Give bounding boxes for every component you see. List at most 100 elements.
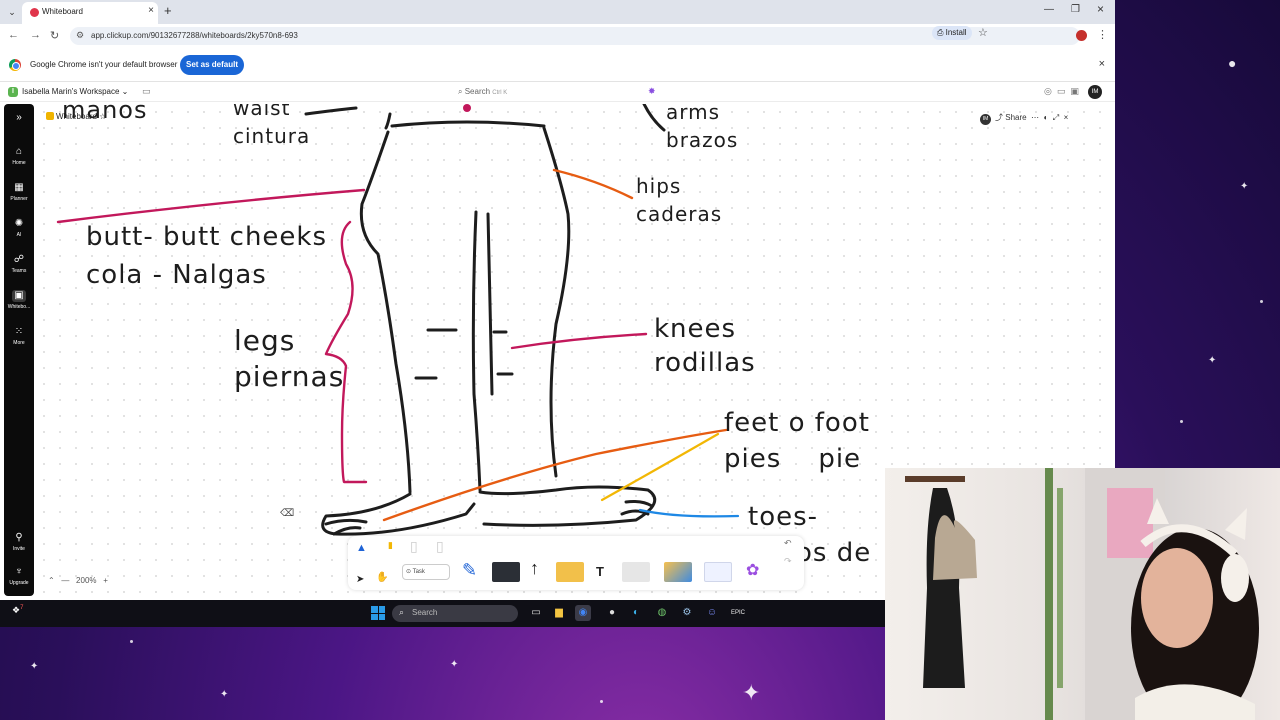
global-search[interactable]: ⌕ Search Ctrl K — [458, 87, 507, 97]
xbox-icon[interactable]: ◍ — [654, 605, 670, 621]
zoom-out-button[interactable]: — — [61, 576, 69, 585]
tab-whiteboard[interactable]: Whiteboard × — [22, 2, 158, 24]
label-feet[interactable]: feet o foot — [724, 408, 870, 438]
chrome-taskbar-icon[interactable]: ◉ — [575, 605, 591, 621]
sidebar-item-invite[interactable]: ⚲ Invite — [4, 532, 34, 552]
connector-arrow-icon[interactable]: ↑ — [530, 558, 539, 579]
close-whiteboard-icon[interactable]: × — [1064, 113, 1069, 122]
window-close-icon[interactable]: × — [1097, 2, 1104, 16]
ai-assistant-icon[interactable]: ◐ — [1044, 113, 1049, 122]
mindmap-tool[interactable] — [704, 562, 732, 582]
install-button[interactable]: ⎙ Install — [932, 26, 972, 40]
label-butt[interactable]: butt- butt cheeks — [86, 222, 327, 252]
fullscreen-icon[interactable]: ⤢ — [1053, 113, 1059, 122]
topbar-action-icons[interactable]: ◎▭▣ — [1044, 86, 1084, 97]
headset-earcup — [1221, 554, 1249, 602]
whiteboard-toolbar: ▲ ▮ ▯ ▯ ➤ ✋ ⊙ Task ✎ ↑ T ✿ ↶ ↷ — [348, 536, 804, 590]
label-brazos[interactable]: brazos — [666, 128, 738, 152]
sidebar-item-whiteboards[interactable]: ▣ Whitebo... — [4, 290, 34, 310]
zoom-level[interactable]: 200% — [76, 576, 96, 585]
taskbar-search[interactable]: ⌕ Search — [392, 605, 518, 622]
select-cursor-icon[interactable]: ➤ — [356, 574, 364, 585]
highlighter-icon[interactable]: ▮ — [388, 540, 393, 551]
sidebar-item-ai[interactable]: ✺ AI — [4, 218, 34, 238]
widgets-icon[interactable]: ❖7 — [12, 605, 26, 619]
tab-search-icon[interactable]: ⌄ — [4, 4, 20, 20]
templates-icon[interactable]: ✿ — [746, 560, 759, 580]
calendar-icon[interactable]: ▭ — [142, 86, 151, 97]
fit-icon[interactable]: ⌃ — [48, 576, 55, 585]
sidebar-item-teams[interactable]: ☍ Teams — [4, 254, 34, 274]
bookmark-star-icon[interactable]: ☆ — [978, 26, 988, 39]
label-manos[interactable]: manos — [62, 104, 147, 124]
label-caderas[interactable]: caderas — [636, 202, 722, 226]
upgrade-icon: ♆ — [15, 566, 23, 577]
windows-start-icon[interactable] — [371, 606, 385, 620]
label-legs[interactable]: legs — [234, 324, 295, 357]
media-tool[interactable] — [664, 562, 692, 582]
discord-icon[interactable]: ☺ — [704, 605, 720, 621]
share-icon[interactable]: ⤴ — [995, 113, 1003, 122]
infobar-close-icon[interactable]: × — [1099, 58, 1105, 70]
reload-icon[interactable]: ↻ — [50, 29, 59, 42]
tab-close-icon[interactable]: × — [148, 5, 154, 16]
text-tool-icon[interactable]: T — [596, 564, 604, 579]
redo-icon[interactable]: ↷ — [784, 556, 792, 567]
ai-sparkle-icon[interactable]: ✸ — [648, 86, 656, 97]
new-tab-icon[interactable]: + — [164, 3, 172, 18]
sidebar-item-home[interactable]: ⌂ Home — [4, 146, 34, 166]
hanging-bag — [933, 515, 977, 580]
share-button[interactable]: Share — [1005, 113, 1026, 122]
sticky-note-tool[interactable] — [556, 562, 584, 582]
task-view-icon[interactable]: ▭ — [528, 605, 544, 621]
coat-rack — [905, 476, 965, 482]
file-explorer-icon[interactable]: ▆ — [551, 605, 567, 621]
profile-avatar[interactable] — [1076, 30, 1087, 41]
hips-pointer-line — [552, 168, 634, 200]
epic-games-icon[interactable]: EPIC — [730, 605, 746, 621]
sidebar-item-upgrade[interactable]: ♆ Upgrade — [4, 566, 34, 586]
undo-icon[interactable]: ↶ — [784, 538, 792, 549]
label-hips[interactable]: hips — [636, 174, 681, 198]
edge-icon[interactable]: ◐ — [628, 605, 644, 621]
sidebar-item-more[interactable]: ⁙ More — [4, 326, 34, 346]
maximize-icon[interactable]: ❐ — [1071, 4, 1080, 15]
shape-tool[interactable] — [492, 562, 520, 582]
address-bar[interactable]: ⚙ app.clickup.com/90132677288/whiteboard… — [70, 27, 1080, 45]
card-tool[interactable] — [622, 562, 650, 582]
chrome-menu-icon[interactable]: ⋮ — [1097, 28, 1108, 41]
zoom-in-button[interactable]: + — [103, 576, 108, 585]
sidebar-item-label: More — [13, 340, 25, 346]
app-icon-1[interactable]: ● — [604, 605, 620, 621]
workspace-switcher[interactable]: Isabella Marin's Workspace ⌄ — [22, 87, 128, 96]
pen-tool-icon[interactable]: ✎ — [462, 560, 477, 581]
sidebar-item-planner[interactable]: ▦ Planner — [4, 182, 34, 202]
label-dedos[interactable]: os de — [796, 538, 871, 568]
pen-swatch-1[interactable]: ▯ — [410, 538, 418, 555]
label-cola[interactable]: cola - Nalgas — [86, 260, 267, 290]
task-tool[interactable]: ⊙ Task — [402, 564, 450, 580]
label-cintura[interactable]: cintura — [233, 124, 310, 148]
label-toes[interactable]: toes- — [748, 502, 818, 532]
set-default-button[interactable]: Set as default — [180, 55, 244, 75]
label-waist[interactable]: waist — [233, 104, 290, 120]
label-knees[interactable]: knees — [654, 314, 736, 344]
site-info-icon[interactable]: ⚙ — [76, 30, 84, 41]
pen-color-icon[interactable]: ▲ — [356, 542, 367, 554]
label-arms[interactable]: arms — [666, 104, 720, 124]
collaborator-avatar[interactable]: IM — [980, 114, 991, 125]
label-rodillas[interactable]: rodillas — [654, 348, 756, 378]
more-options-icon[interactable]: ⋯ — [1031, 113, 1039, 122]
label-piernas[interactable]: piernas — [234, 360, 344, 393]
workspace-badge[interactable]: I — [8, 87, 18, 97]
forward-icon[interactable]: → — [30, 29, 41, 41]
label-pies[interactable]: pies pie — [724, 444, 861, 474]
sidebar-expand[interactable]: » — [4, 112, 34, 124]
user-avatar[interactable]: IM — [1088, 85, 1102, 99]
back-icon[interactable]: ← — [8, 29, 19, 41]
center-leg-line — [471, 210, 482, 492]
hand-pan-icon[interactable]: ✋ — [376, 572, 388, 583]
minimize-icon[interactable]: — — [1044, 4, 1054, 15]
pen-swatch-2[interactable]: ▯ — [436, 538, 444, 555]
steam-icon[interactable]: ⚙ — [679, 605, 695, 621]
